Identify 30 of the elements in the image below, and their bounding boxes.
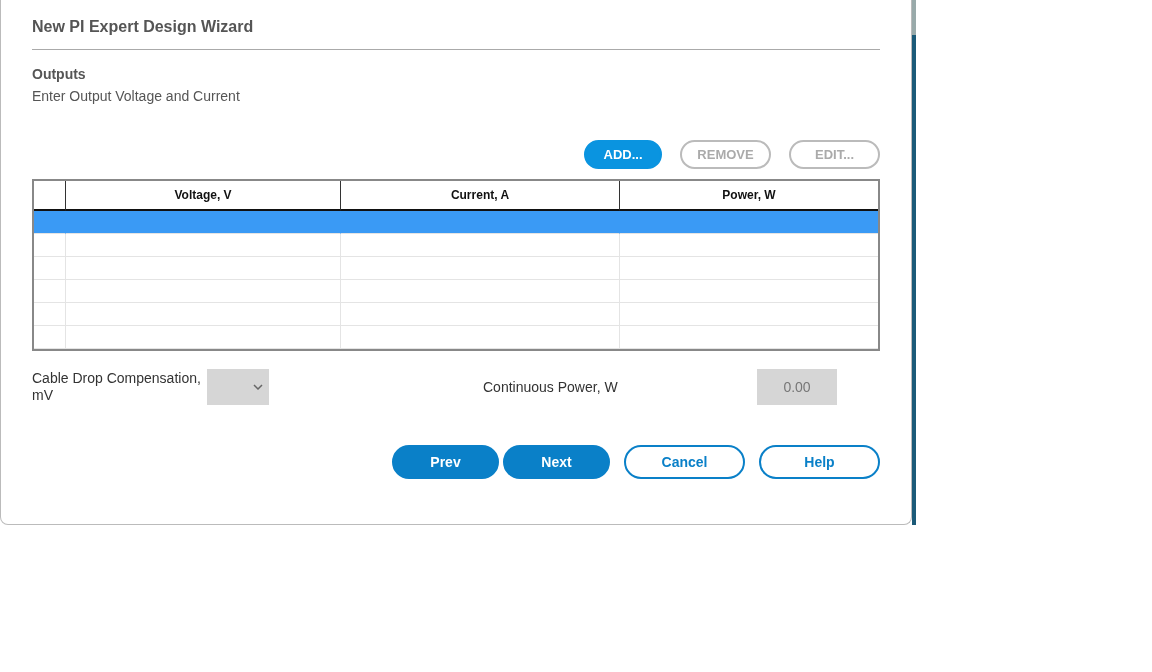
table-cell[interactable]: [619, 303, 878, 326]
table-cell[interactable]: [65, 257, 340, 280]
dialog-button[interactable]: Help: [759, 445, 880, 479]
dialog-title: New PI Expert Design Wizard: [32, 18, 880, 50]
dialog-button[interactable]: Cancel: [624, 445, 745, 479]
table-cell[interactable]: [65, 280, 340, 303]
table-cell[interactable]: [340, 257, 619, 280]
table-cell[interactable]: [65, 303, 340, 326]
table-cell[interactable]: [340, 234, 619, 257]
table-cell[interactable]: [619, 257, 878, 280]
table-cell[interactable]: [340, 280, 619, 303]
cable-drop-label: Cable Drop Compensation, mV: [32, 370, 202, 404]
table-cell[interactable]: [619, 234, 878, 257]
table-cell[interactable]: [65, 234, 340, 257]
table-cell[interactable]: [619, 211, 878, 234]
section-subtitle: Enter Output Voltage and Current: [32, 88, 241, 104]
table-cell[interactable]: [340, 303, 619, 326]
table-cell[interactable]: [340, 326, 619, 349]
continuous-power-field[interactable]: 0.00: [757, 369, 837, 405]
table-cell[interactable]: [619, 280, 878, 303]
table-cell[interactable]: [619, 326, 878, 349]
section-heading: Outputs: [32, 66, 87, 82]
toolbar-button[interactable]: ADD...: [584, 140, 662, 169]
dialog-button[interactable]: Next: [503, 445, 610, 479]
table-cell[interactable]: [65, 326, 340, 349]
row-header[interactable]: [34, 211, 65, 234]
cable-drop-dropdown[interactable]: [207, 369, 269, 405]
dialog-button[interactable]: Prev: [392, 445, 499, 479]
continuous-power-label: Continuous Power, W: [483, 379, 619, 395]
chevron-down-icon: [253, 384, 263, 390]
